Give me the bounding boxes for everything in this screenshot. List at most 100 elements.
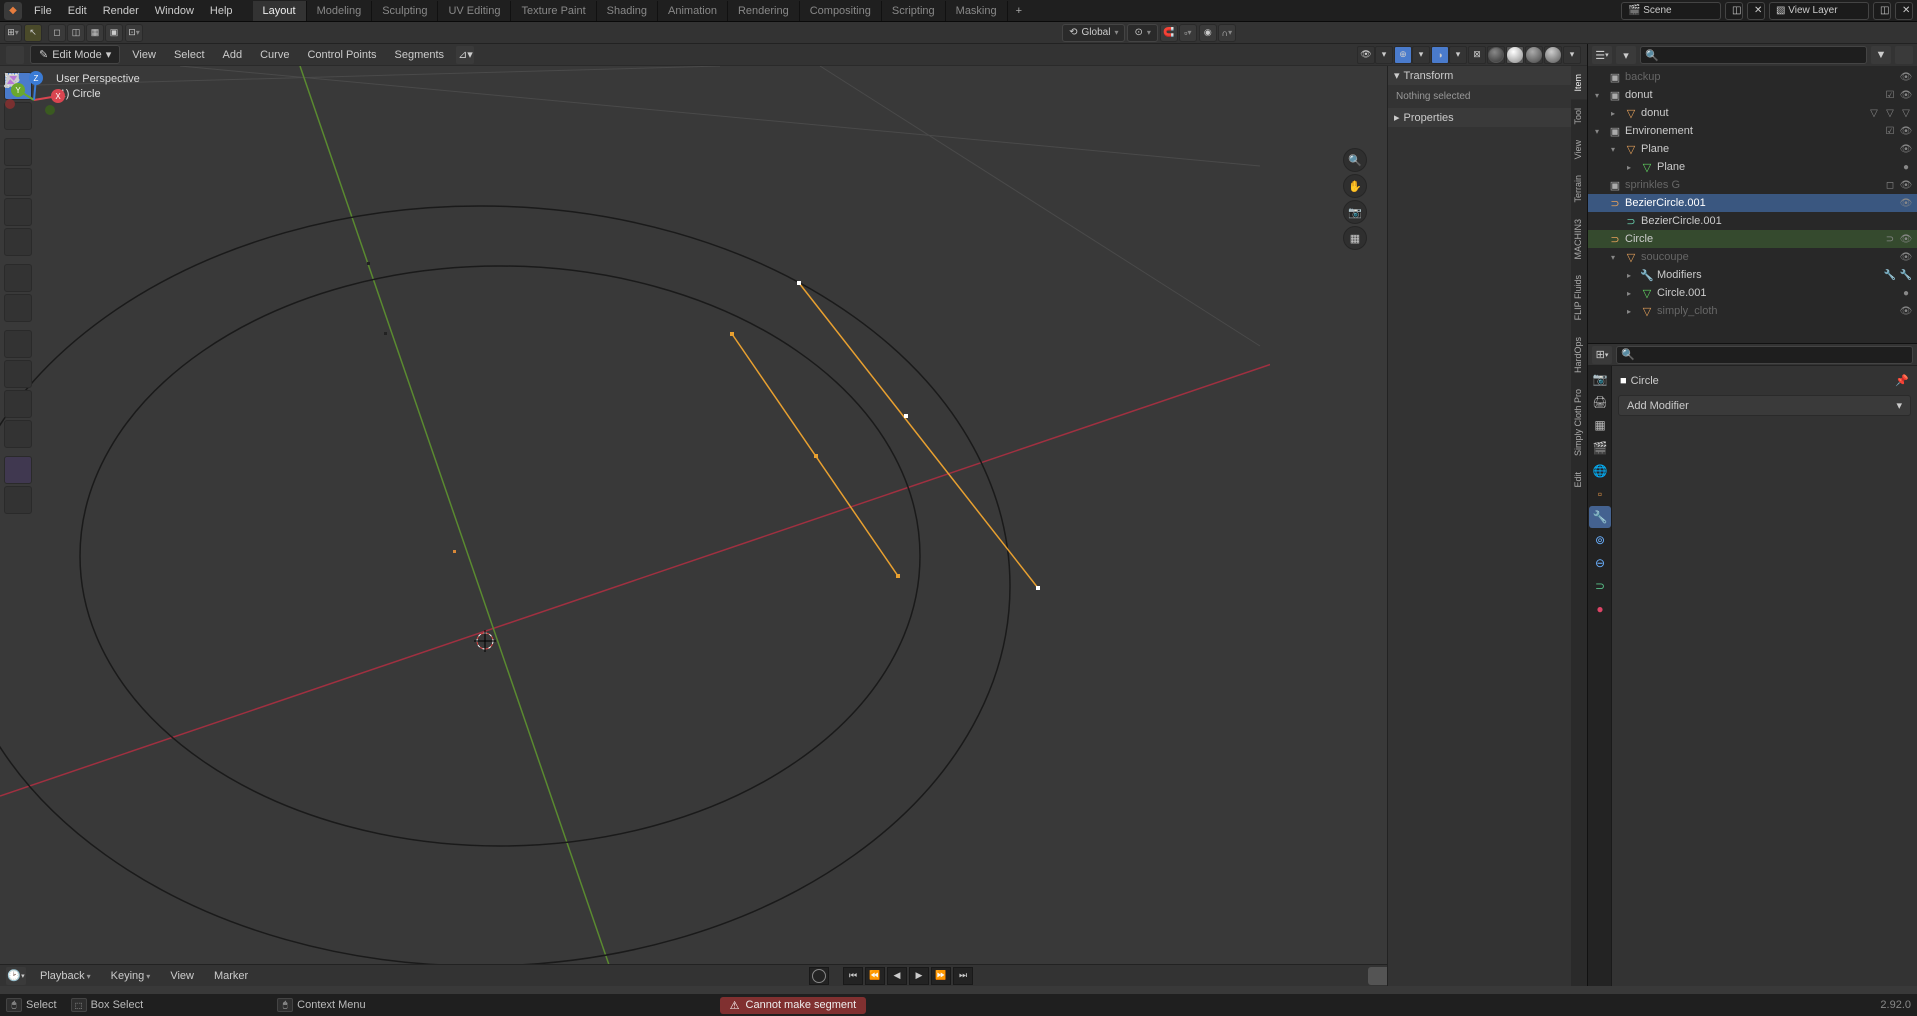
play-reverse-button[interactable]: ◀ [887, 967, 907, 985]
shading-matprev[interactable] [1525, 46, 1543, 64]
npanel-tab-edit[interactable]: Edit [1571, 464, 1587, 496]
tool-radius[interactable] [4, 420, 32, 448]
select-mode-4[interactable]: ▣ [105, 24, 123, 42]
npanel-tab-flipfluids[interactable]: FLIP Fluids [1571, 267, 1587, 328]
tool-scale[interactable] [4, 198, 32, 226]
outliner-row[interactable]: ▾▣Environement☑👁 [1588, 122, 1917, 140]
scene-selector[interactable]: 🎬 Scene [1621, 2, 1721, 20]
outliner-row[interactable]: ▣sprinkles G◻👁 [1588, 176, 1917, 194]
outliner-row[interactable]: ▸▽Circle.001● [1588, 284, 1917, 302]
workspace-tab-texturepaint[interactable]: Texture Paint [511, 1, 596, 21]
outliner-row[interactable]: ▾▽soucoupe👁 [1588, 248, 1917, 266]
workspace-tab-scripting[interactable]: Scripting [882, 1, 946, 21]
disclosure-triangle[interactable]: ▾ [1595, 91, 1605, 100]
toggle-m2[interactable]: ▽ [1883, 108, 1897, 119]
auto-keying-toggle[interactable] [809, 967, 829, 985]
camera-view-button[interactable]: 📷 [1343, 200, 1367, 224]
xray-toggle[interactable]: ⊠ [1468, 46, 1486, 64]
toggle-vis[interactable]: 👁 [1899, 306, 1913, 317]
pin-icon[interactable]: 📌 [1895, 374, 1909, 387]
outliner-row[interactable]: ▸▽donut▽▽▽ [1588, 104, 1917, 122]
tool-measure[interactable] [4, 294, 32, 322]
npanel-tab-hardops[interactable]: HardOps [1571, 329, 1587, 381]
disclosure-triangle[interactable]: ▾ [1611, 145, 1621, 154]
curve-handle-type[interactable]: ⊿▾ [456, 46, 474, 64]
toggle-vis[interactable]: 👁 [1899, 90, 1913, 101]
viewport-canvas[interactable]: User Perspective (1) Circle [0, 66, 1587, 986]
timeline-menu-keying[interactable]: Keying [105, 968, 157, 984]
toggle-mat[interactable]: ● [1899, 288, 1913, 299]
proportional-edit-falloff[interactable]: ∩▾ [1218, 24, 1236, 42]
timeline-type-button[interactable]: 🕑▾ [6, 967, 26, 985]
jump-end-button[interactable]: ⏭ [953, 967, 973, 985]
outliner-filter-button[interactable]: ▼ [1871, 46, 1891, 64]
toggle-vis[interactable]: 👁 [1899, 252, 1913, 263]
ptab-scene[interactable]: 🎬 [1589, 437, 1611, 459]
toggle-w2[interactable]: 🔧 [1899, 270, 1913, 281]
outliner-row[interactable]: ⊃BezierCircle.001 [1588, 212, 1917, 230]
disclosure-triangle[interactable]: ▾ [1611, 253, 1621, 262]
add-modifier-button[interactable]: Add Modifier ▾ [1618, 395, 1911, 416]
ptab-constraints[interactable]: ⊖ [1589, 552, 1611, 574]
shading-solid[interactable] [1506, 46, 1524, 64]
tool-shear[interactable] [4, 456, 32, 484]
scene-delete-button[interactable]: ✕ [1747, 2, 1765, 20]
toggle-vis[interactable]: 👁 [1899, 234, 1913, 245]
properties-section-header[interactable]: ▸Properties [1388, 108, 1571, 127]
npanel-tab-terrain[interactable]: Terrain [1571, 167, 1587, 211]
workspace-tab-compositing[interactable]: Compositing [800, 1, 882, 21]
shading-rendered[interactable] [1544, 46, 1562, 64]
properties-search[interactable]: 🔍 [1616, 346, 1913, 364]
gizmo-options[interactable]: ▾ [1412, 46, 1430, 64]
visibility-toggle[interactable]: 👁 [1357, 46, 1375, 64]
transform-orientation[interactable]: ⟲Global▾ [1062, 24, 1125, 42]
ptab-viewlayer[interactable]: ▦ [1589, 414, 1611, 436]
workspace-tab-uvediting[interactable]: UV Editing [438, 1, 511, 21]
select-mode-3[interactable]: ▦ [86, 24, 104, 42]
toggle-m3[interactable]: ▽ [1899, 108, 1913, 119]
zoom-button[interactable]: 🔍 [1343, 148, 1367, 172]
mode-selector[interactable]: ✎ Edit Mode ▾ [30, 45, 120, 64]
proportional-edit-toggle[interactable]: ◉ [1199, 24, 1217, 42]
workspace-tab-rendering[interactable]: Rendering [728, 1, 800, 21]
shading-wireframe[interactable] [1487, 46, 1505, 64]
timeline-menu-playback[interactable]: Playback [34, 968, 97, 984]
outliner-row[interactable]: ▾▽Plane👁 [1588, 140, 1917, 158]
outliner-row[interactable]: ▸▽simply_cloth👁 [1588, 302, 1917, 320]
select-mode-1[interactable]: ◻ [48, 24, 66, 42]
menu-window[interactable]: Window [147, 2, 202, 20]
tool-annotate[interactable] [4, 264, 32, 292]
viewlayer-delete-button[interactable]: ✕ [1895, 2, 1913, 20]
ortho-toggle-button[interactable]: ▦ [1343, 226, 1367, 250]
pivot-point[interactable]: ⊙▾ [1127, 24, 1157, 42]
cursor-tool-indicator[interactable]: ↖ [24, 24, 42, 42]
outliner-search[interactable]: 🔍 [1640, 46, 1867, 64]
ptab-world[interactable]: 🌐 [1589, 460, 1611, 482]
blender-logo-icon[interactable]: ◆ [4, 2, 22, 20]
workspace-tab-layout[interactable]: Layout [253, 1, 307, 21]
disclosure-triangle[interactable]: ▸ [1627, 289, 1637, 298]
workspace-tab-masking[interactable]: Masking [946, 1, 1008, 21]
transform-section-header[interactable]: ▾Transform [1388, 66, 1571, 85]
timeline-menu-marker[interactable]: Marker [208, 968, 254, 984]
outliner-row[interactable]: ⊃Circle⊃👁 [1588, 230, 1917, 248]
timeline-menu-view[interactable]: View [164, 968, 200, 984]
npanel-tab-item[interactable]: Item [1571, 66, 1587, 100]
toggle-vis[interactable]: 👁 [1899, 180, 1913, 191]
outliner-type-button[interactable]: ☰▾ [1592, 46, 1612, 64]
outliner-row[interactable]: ▾▣donut☑👁 [1588, 86, 1917, 104]
workspace-tab-animation[interactable]: Animation [658, 1, 728, 21]
npanel-tab-tool[interactable]: Tool [1571, 100, 1587, 133]
editor-type-button[interactable]: ⊞▾ [4, 24, 22, 42]
toggle-vis[interactable]: 👁 [1899, 72, 1913, 83]
disclosure-triangle[interactable]: ▸ [1627, 307, 1637, 316]
vp-menu-add[interactable]: Add [217, 47, 249, 63]
play-button[interactable]: ▶ [909, 967, 929, 985]
toggle-sq[interactable]: ◻ [1883, 180, 1897, 191]
snap-options[interactable]: ▫▾ [1179, 24, 1197, 42]
drag-select-button[interactable]: ⊡▾ [125, 24, 143, 42]
npanel-tab-view[interactable]: View [1571, 132, 1587, 167]
ptab-physics[interactable]: ⊚ [1589, 529, 1611, 551]
navigation-gizmo[interactable]: X Y Z [0, 66, 68, 134]
ptab-modifiers[interactable]: 🔧 [1589, 506, 1611, 528]
